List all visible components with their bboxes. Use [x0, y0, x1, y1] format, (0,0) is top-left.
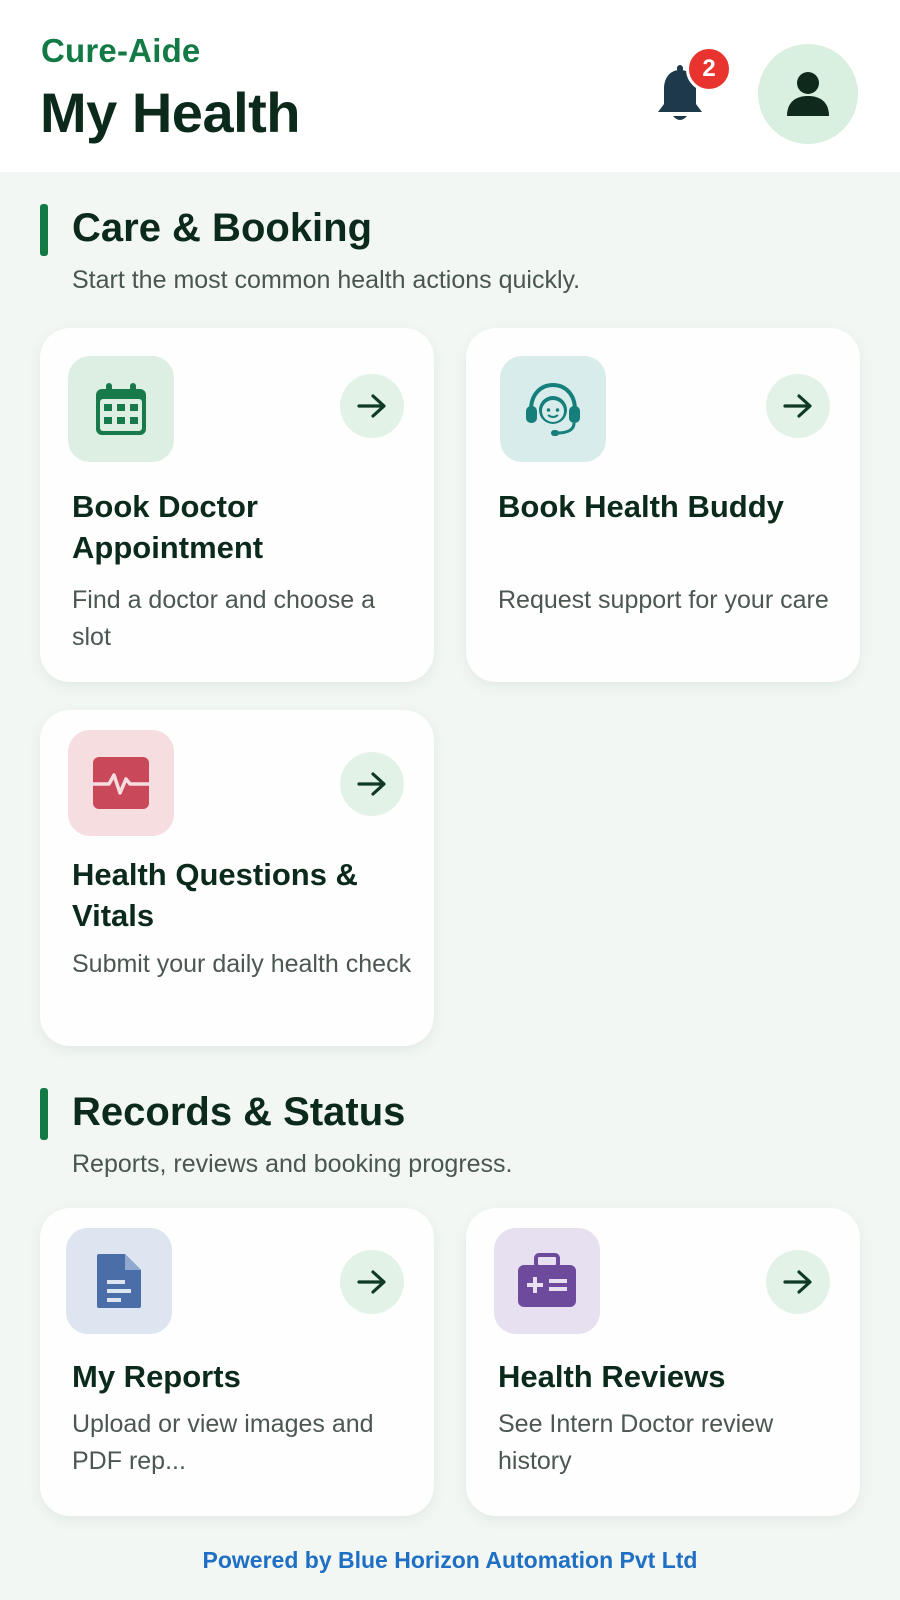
- page-title: My Health: [40, 81, 301, 144]
- calendar-icon: [68, 356, 174, 462]
- arrow-right-icon[interactable]: [340, 752, 404, 816]
- notification-badge: 2: [686, 46, 732, 92]
- section-title-care-booking: Care & Booking: [72, 206, 373, 250]
- profile-avatar-button[interactable]: [758, 44, 858, 144]
- card-description: Request support for your care: [498, 586, 829, 614]
- footer-powered-by: Powered by Blue Horizon Automation Pvt L…: [202, 1547, 698, 1573]
- card-description: Find a doctor and choose a slot: [72, 586, 375, 651]
- arrow-right-icon[interactable]: [766, 374, 830, 438]
- card-title: Book Health Buddy: [498, 489, 784, 524]
- document-icon: [66, 1228, 172, 1334]
- section-title-records-status: Records & Status: [72, 1090, 406, 1134]
- section-accent-bar: [40, 204, 48, 256]
- section-subtitle-records-status: Reports, reviews and booking progress.: [72, 1150, 513, 1178]
- headset-icon: [500, 356, 606, 462]
- card-book-health-buddy[interactable]: Book Health Buddy Request support for yo…: [466, 328, 860, 682]
- card-title: Health Reviews: [498, 1359, 726, 1394]
- card-description: Upload or view images and PDF rep...: [72, 1410, 374, 1475]
- card-health-questions-vitals[interactable]: Health Questions & Vitals Submit your da…: [40, 710, 434, 1046]
- brand-name: Cure-Aide: [41, 32, 201, 69]
- heart-pulse-icon: [68, 730, 174, 836]
- card-title: Health Questions & Vitals: [72, 857, 358, 933]
- card-title: Book Doctor Appointment: [72, 489, 264, 565]
- card-book-doctor-appointment[interactable]: Book Doctor Appointment Find a doctor an…: [40, 328, 434, 682]
- medical-kit-icon: [494, 1228, 600, 1334]
- card-my-reports[interactable]: My Reports Upload or view images and PDF…: [40, 1208, 434, 1516]
- section-accent-bar: [40, 1088, 48, 1140]
- app-header: Cure-Aide My Health 2: [0, 0, 900, 172]
- card-description: See Intern Doctor review history: [498, 1410, 774, 1475]
- card-description: Submit your daily health check: [72, 950, 412, 978]
- card-health-reviews[interactable]: Health Reviews See Intern Doctor review …: [466, 1208, 860, 1516]
- user-icon: [787, 72, 829, 116]
- arrow-right-icon[interactable]: [766, 1250, 830, 1314]
- card-title: My Reports: [72, 1359, 241, 1394]
- arrow-right-icon[interactable]: [340, 374, 404, 438]
- section-subtitle-care-booking: Start the most common health actions qui…: [72, 266, 581, 294]
- arrow-right-icon[interactable]: [340, 1250, 404, 1314]
